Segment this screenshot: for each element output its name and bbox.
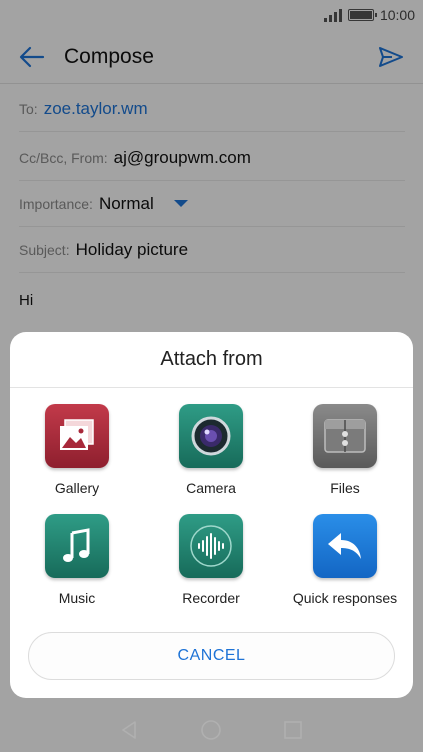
attach-option-label: Gallery (54, 480, 100, 496)
attach-sheet: Attach from Gallery Camera Files Music R… (10, 332, 413, 698)
attach-option-recorder[interactable]: Recorder (144, 514, 278, 618)
quick-responses-icon (313, 514, 377, 578)
files-icon (313, 404, 377, 468)
attach-option-camera[interactable]: Camera (144, 404, 278, 508)
camera-icon (179, 404, 243, 468)
attach-options-grid: Gallery Camera Files Music Recorder Quic… (10, 404, 413, 618)
navigation-bar (0, 708, 423, 752)
attach-option-gallery[interactable]: Gallery (10, 404, 144, 508)
attach-option-label: Music (58, 590, 96, 606)
nav-recents-icon[interactable] (283, 720, 303, 740)
recorder-icon (179, 514, 243, 578)
music-icon (45, 514, 109, 578)
gallery-icon (45, 404, 109, 468)
nav-home-icon[interactable] (200, 719, 222, 741)
attach-option-label: Camera (186, 480, 236, 496)
attach-option-label: Files (330, 480, 360, 496)
attach-option-label: Quick responses (292, 590, 398, 606)
sheet-title: Attach from (10, 332, 413, 388)
attach-option-label: Recorder (182, 590, 240, 606)
attach-option-music[interactable]: Music (10, 514, 144, 618)
attach-option-quick-responses[interactable]: Quick responses (278, 514, 412, 618)
cancel-button[interactable]: CANCEL (28, 632, 395, 680)
attach-option-files[interactable]: Files (278, 404, 412, 508)
nav-back-icon[interactable] (120, 720, 140, 740)
